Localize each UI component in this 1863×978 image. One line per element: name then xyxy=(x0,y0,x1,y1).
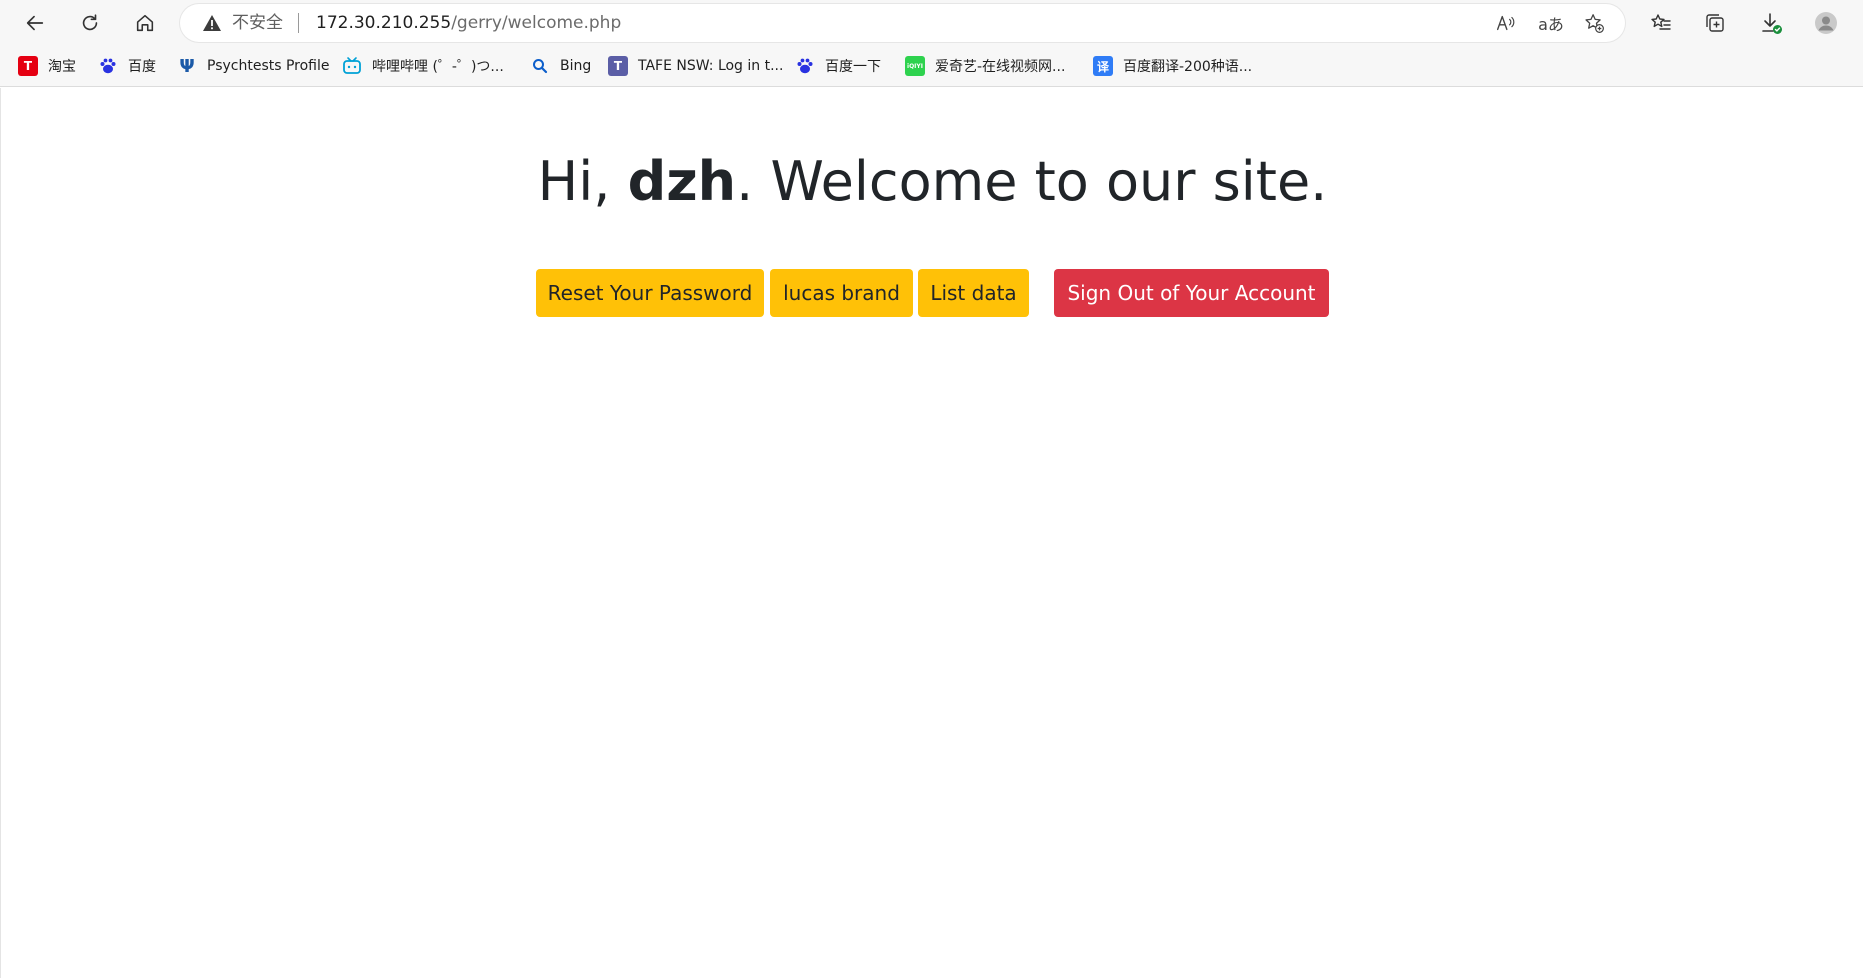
bookmark-label: Bing xyxy=(560,58,592,74)
collections-icon xyxy=(1706,14,1724,32)
browser-chrome: 不安全 172.30.210.255/gerry/welcome.php aあ … xyxy=(0,0,1863,87)
home-icon xyxy=(136,14,154,32)
bookmark-bing[interactable]: Bing xyxy=(530,54,591,78)
bookmark-label: 百度一下 xyxy=(825,59,881,75)
bookmark-label: 百度 xyxy=(128,59,156,75)
url-text[interactable]: 172.30.210.255/gerry/welcome.php xyxy=(316,13,621,33)
favorites-button[interactable] xyxy=(1646,8,1676,38)
warning-triangle-icon xyxy=(203,15,221,31)
tafe-icon: T xyxy=(608,56,628,76)
collections-button[interactable] xyxy=(1700,8,1730,38)
bookmark-baidu-translate[interactable]: 译 百度翻译-200种语... xyxy=(1093,54,1252,78)
translate-button[interactable]: aあ xyxy=(1536,12,1566,34)
bookmark-label: Psychtests Profile xyxy=(207,58,330,74)
add-favorite-button[interactable] xyxy=(1582,12,1606,34)
bookmark-label: 淘宝 xyxy=(48,59,76,75)
not-secure-label[interactable]: 不安全 xyxy=(232,13,283,33)
baidu-paw-icon xyxy=(98,56,118,76)
bookmark-label: 爱奇艺-在线视频网... xyxy=(935,59,1066,75)
address-bar[interactable]: 不安全 172.30.210.255/gerry/welcome.php aあ xyxy=(180,4,1625,42)
favorites-list-icon xyxy=(1651,14,1671,30)
back-button[interactable] xyxy=(17,6,53,40)
bookmark-iqiyi[interactable]: iQIYI 爱奇艺-在线视频网... xyxy=(905,54,1065,78)
sign-out-button[interactable]: Sign Out of Your Account xyxy=(1054,269,1329,317)
bookmark-label: 哔哩哔哩 (゜-゜)つ... xyxy=(372,59,504,75)
greeting-prefix: Hi, xyxy=(537,150,628,213)
baidu-paw-icon xyxy=(795,56,815,76)
download-icon xyxy=(1762,13,1782,34)
list-data-button[interactable]: List data xyxy=(918,269,1029,317)
read-aloud-button[interactable] xyxy=(1493,12,1517,34)
bookmarks-bar: T 淘宝 百度 Ψ Psychtests Profile 哔哩哔哩 (゜-゜)つ… xyxy=(0,46,1863,86)
lucas-brand-button[interactable]: lucas brand xyxy=(770,269,913,317)
back-arrow-icon xyxy=(26,15,44,31)
page-title: Hi, dzh. Welcome to our site. xyxy=(1,150,1863,214)
bookmark-psychtests[interactable]: Ψ Psychtests Profile xyxy=(177,54,330,78)
bilibili-icon xyxy=(342,56,362,76)
bookmark-taobao[interactable]: T 淘宝 xyxy=(18,54,76,78)
reset-password-button[interactable]: Reset Your Password xyxy=(536,269,764,317)
refresh-icon xyxy=(82,14,98,31)
browser-toolbar: 不安全 172.30.210.255/gerry/welcome.php aあ xyxy=(0,0,1863,46)
iqiyi-icon: iQIYI xyxy=(905,56,925,76)
star-add-icon xyxy=(1585,14,1604,33)
greeting-suffix: . Welcome to our site. xyxy=(736,150,1328,213)
home-button[interactable] xyxy=(127,6,163,40)
page-content: Hi, dzh. Welcome to our site. Reset Your… xyxy=(0,88,1863,978)
refresh-button[interactable] xyxy=(72,6,108,40)
avatar-icon xyxy=(1815,12,1837,34)
profile-button[interactable] xyxy=(1811,8,1841,38)
bookmark-label: 百度翻译-200种语... xyxy=(1123,59,1253,75)
bookmark-baidu-yixia[interactable]: 百度一下 xyxy=(795,54,881,78)
url-host: 172.30.210.255 xyxy=(316,13,452,33)
bookmark-baidu[interactable]: 百度 xyxy=(98,54,156,78)
downloads-button[interactable] xyxy=(1756,8,1786,38)
psychtests-icon: Ψ xyxy=(179,55,195,77)
taobao-icon: T xyxy=(18,56,38,76)
username: dzh xyxy=(627,150,737,213)
bookmark-label: TAFE NSW: Log in t... xyxy=(638,58,784,74)
read-aloud-icon xyxy=(1496,15,1515,31)
baidu-translate-icon: 译 xyxy=(1093,56,1113,76)
bing-search-icon xyxy=(530,56,550,76)
bookmark-bilibili[interactable]: 哔哩哔哩 (゜-゜)つ... xyxy=(342,54,504,78)
url-path: /gerry/welcome.php xyxy=(451,13,622,33)
bookmark-tafe[interactable]: T TAFE NSW: Log in t... xyxy=(608,54,783,78)
address-separator xyxy=(298,13,299,33)
